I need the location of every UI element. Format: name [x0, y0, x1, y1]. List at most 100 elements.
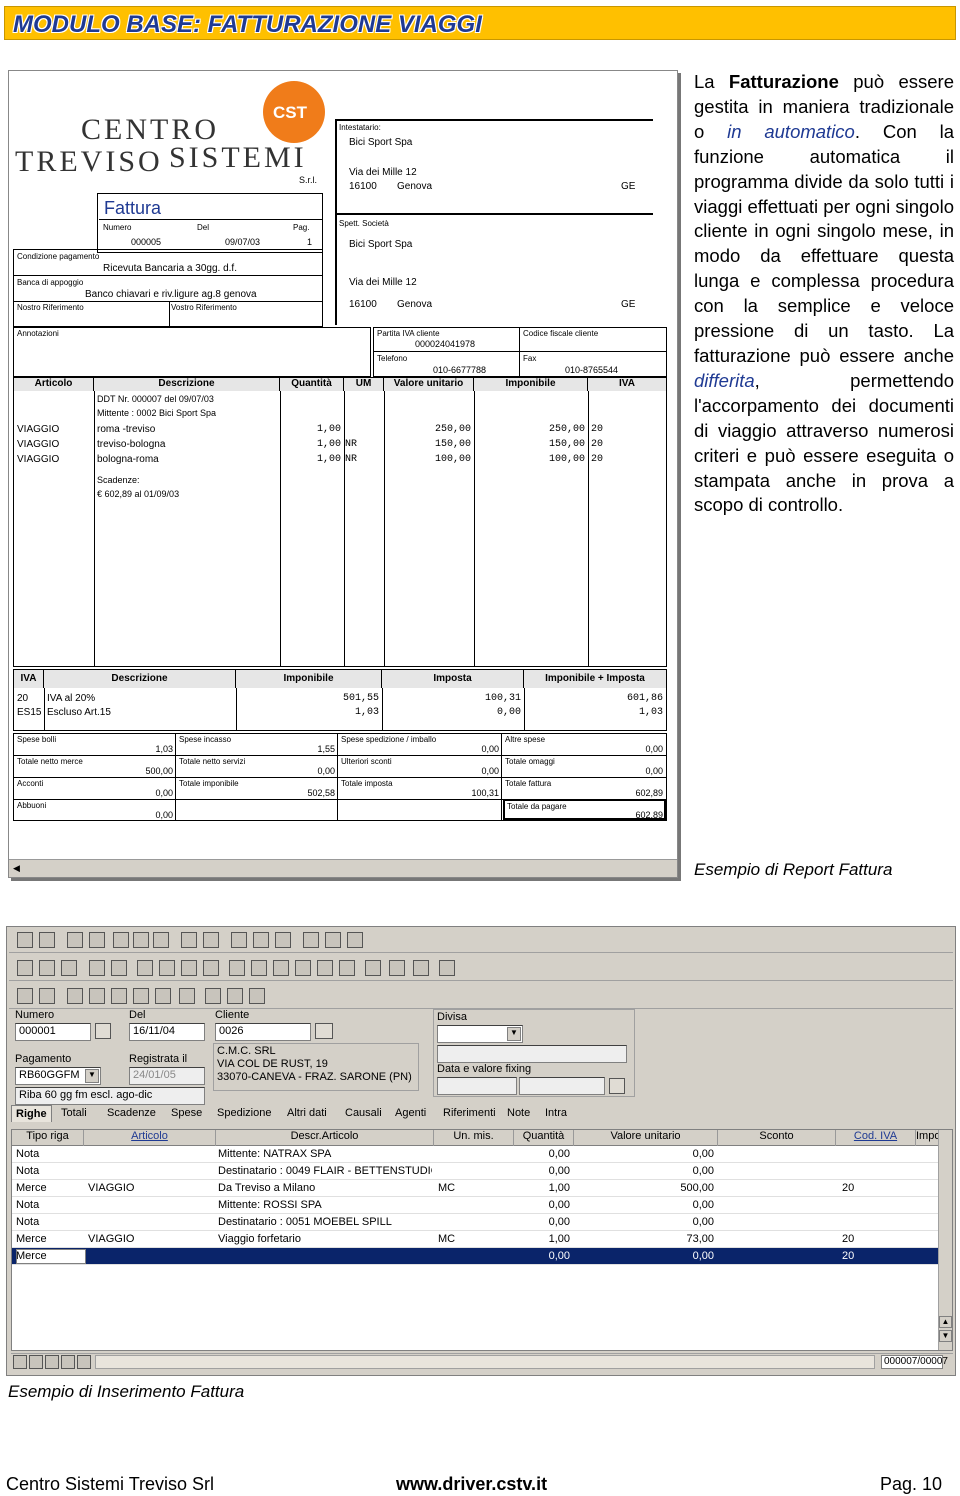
floppy-icon[interactable]	[61, 960, 77, 976]
grid-cell[interactable]	[718, 1231, 832, 1248]
col-sconto[interactable]: Sconto	[718, 1130, 836, 1146]
tab-intra[interactable]: Intra	[541, 1105, 571, 1121]
grid-cell[interactable]	[88, 1146, 214, 1163]
grid-cell[interactable]: 0,00	[514, 1197, 570, 1214]
status-hscrollbar[interactable]	[95, 1355, 875, 1369]
calendar-icon[interactable]	[325, 932, 341, 948]
grid-cell[interactable]	[718, 1180, 832, 1197]
tab-righe[interactable]: Righe	[11, 1105, 52, 1122]
status-icon-2[interactable]	[29, 1355, 43, 1369]
grid-cell[interactable]: 0,00	[514, 1214, 570, 1231]
tab-spedizione[interactable]: Spedizione	[213, 1105, 275, 1121]
status-icon-5[interactable]	[77, 1355, 91, 1369]
col-articolo[interactable]: Articolo	[84, 1130, 216, 1146]
barcode-icon[interactable]	[67, 988, 83, 1004]
help-icon[interactable]	[253, 932, 269, 948]
col-quantita[interactable]: Quantità	[514, 1130, 574, 1146]
paste-icon[interactable]	[153, 932, 169, 948]
grid-cell[interactable]: 20	[842, 1180, 912, 1197]
glasses-icon[interactable]	[231, 932, 247, 948]
grid-cell[interactable]: MC	[438, 1231, 510, 1248]
tab-agenti[interactable]: Agenti	[391, 1105, 430, 1121]
grid-cell[interactable]	[438, 1163, 510, 1180]
grid-cell[interactable]: VIAGGIO	[88, 1180, 214, 1197]
grid-cell[interactable]: Mittente: NATRAX SPA	[218, 1146, 432, 1163]
fixing-lookup-icon[interactable]	[609, 1078, 625, 1094]
export-icon[interactable]	[413, 960, 429, 976]
grid-cell[interactable]	[718, 1214, 832, 1231]
grid-cell[interactable]	[438, 1146, 510, 1163]
grid-cell[interactable]: 1,00	[514, 1231, 570, 1248]
find-icon[interactable]	[205, 988, 221, 1004]
copy-icon[interactable]	[133, 932, 149, 948]
duplicate-icon[interactable]	[227, 988, 243, 1004]
grid-cell[interactable]: 0,00	[574, 1197, 714, 1214]
status-icon-4[interactable]	[61, 1355, 75, 1369]
check-icon[interactable]	[181, 960, 197, 976]
grid-cell[interactable]: Nota	[16, 1146, 82, 1163]
grid-cell[interactable]: Merce	[16, 1180, 82, 1197]
grid-cell[interactable]: 0,00	[574, 1146, 714, 1163]
grid-cell[interactable]: Merce	[16, 1248, 82, 1265]
grid-cell[interactable]	[842, 1146, 912, 1163]
tab-riferimenti[interactable]: Riferimenti	[439, 1105, 500, 1121]
fixing-value[interactable]	[519, 1077, 605, 1095]
grid-cell[interactable]: Nota	[16, 1197, 82, 1214]
col-tipo-riga[interactable]: Tipo riga	[12, 1130, 84, 1146]
prev-record-icon[interactable]	[251, 960, 267, 976]
preview-icon[interactable]	[203, 932, 219, 948]
doc-icon[interactable]	[67, 932, 83, 948]
fixing-date[interactable]	[437, 1077, 517, 1095]
grid-cell[interactable]	[218, 1248, 432, 1265]
scroll-left-icon[interactable]: ◀	[13, 863, 20, 874]
tab-spese[interactable]: Spese	[167, 1105, 206, 1121]
edit-icon[interactable]	[89, 932, 105, 948]
grid-cell[interactable]: Nota	[16, 1214, 82, 1231]
grid-cell[interactable]: Merce	[16, 1231, 82, 1248]
grid-cell[interactable]: 0,00	[514, 1163, 570, 1180]
first-record-icon[interactable]	[229, 960, 245, 976]
grid-icon[interactable]	[203, 960, 219, 976]
col-imponibile[interactable]: Impo	[916, 1130, 940, 1146]
grid-cell[interactable]	[718, 1248, 832, 1265]
trash-icon[interactable]	[365, 960, 381, 976]
cut-icon[interactable]	[113, 932, 129, 948]
status-icon-3[interactable]	[45, 1355, 59, 1369]
grid-cell[interactable]: Mittente: ROSSI SPA	[218, 1197, 432, 1214]
search-icon[interactable]	[89, 960, 105, 976]
grid-cell[interactable]: 0,00	[574, 1214, 714, 1231]
grid-cell[interactable]	[842, 1163, 912, 1180]
grid-cell[interactable]: MC	[438, 1180, 510, 1197]
calculator-icon[interactable]	[249, 988, 265, 1004]
grid-cell[interactable]: 500,00	[574, 1180, 714, 1197]
grid-cell[interactable]: Nota	[16, 1163, 82, 1180]
last-record-icon[interactable]	[295, 960, 311, 976]
print-icon[interactable]	[39, 932, 55, 948]
tools-icon[interactable]	[275, 932, 291, 948]
grid-cell[interactable]	[842, 1214, 912, 1231]
grid-cell[interactable]: 0,00	[574, 1248, 714, 1265]
grid-cell[interactable]: Destinatario : 0049 FLAIR - BETTENSTUDIO	[218, 1163, 432, 1180]
divisa-dropdown-icon[interactable]: ▼	[507, 1027, 521, 1041]
exit-icon[interactable]	[347, 932, 363, 948]
list-icon[interactable]	[137, 960, 153, 976]
folder-icon[interactable]	[303, 932, 319, 948]
grid-cell[interactable]: 1,00	[514, 1180, 570, 1197]
scroll-down-icon[interactable]: ▼	[939, 1330, 952, 1342]
new-icon[interactable]	[17, 960, 33, 976]
tab-totali[interactable]: Totali	[57, 1105, 91, 1121]
numero-lookup-icon[interactable]	[95, 1023, 111, 1039]
grid-cell[interactable]	[438, 1248, 510, 1265]
document-icon[interactable]	[133, 988, 149, 1004]
col-un-mis[interactable]: Un. mis.	[434, 1130, 514, 1146]
calc-icon[interactable]	[179, 988, 195, 1004]
status-icon-1[interactable]	[13, 1355, 27, 1369]
tab-scadenze[interactable]: Scadenze	[103, 1105, 160, 1121]
grid-cell[interactable]: 20	[842, 1231, 912, 1248]
grid-cell[interactable]: Viaggio forfetario	[218, 1231, 432, 1248]
report-hscrollbar[interactable]: ◀	[9, 859, 677, 877]
grid-cell[interactable]: Destinatario : 0051 MOEBEL SPILL	[218, 1214, 432, 1231]
export-doc-icon[interactable]	[89, 988, 105, 1004]
grid-cell[interactable]: 20	[842, 1248, 912, 1265]
scroll-up-icon[interactable]: ▲	[939, 1316, 952, 1328]
